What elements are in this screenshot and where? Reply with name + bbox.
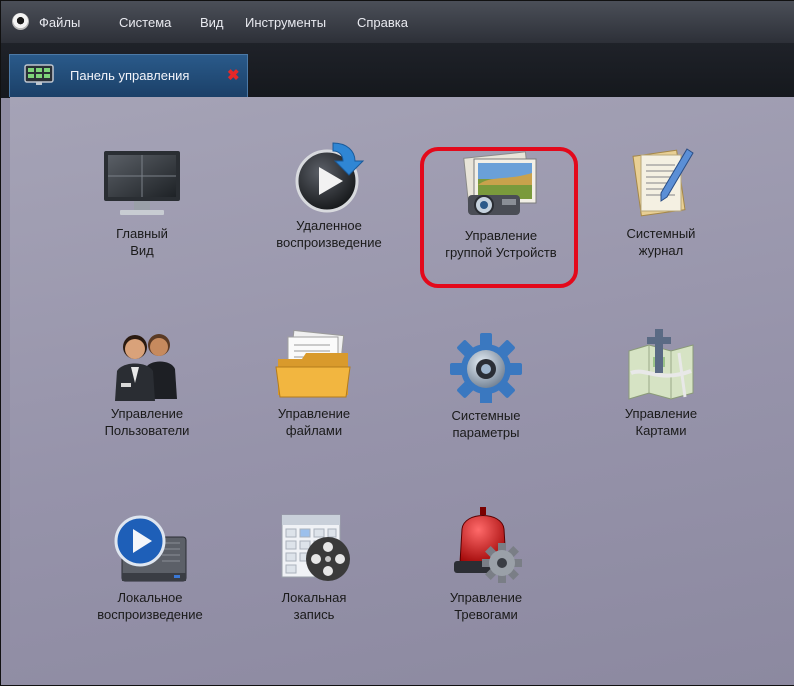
alarm-siren-icon: [454, 507, 522, 583]
tile-label: Локальная запись: [281, 590, 347, 622]
notepad-pen-icon: [632, 148, 694, 217]
menu-files[interactable]: Файлы: [39, 15, 80, 30]
app-window: Файлы Система Вид Инструменты Справка Па…: [0, 0, 794, 686]
menu-help[interactable]: Справка: [357, 15, 408, 30]
monitor-icon: [104, 151, 180, 215]
tile-local-playback[interactable]: Локальное воспроизведение: [80, 511, 220, 623]
tile-label: Системные параметры: [451, 408, 521, 440]
tile-system-params[interactable]: Системные параметры: [416, 331, 556, 441]
menu-system[interactable]: Система: [119, 15, 171, 30]
tile-label: Удаленное воспроизведение: [276, 218, 382, 250]
folder-icon: [275, 329, 351, 398]
tile-label: Управление Картами: [624, 406, 698, 438]
tile-main-view[interactable]: Главный Вид: [72, 149, 212, 259]
tile-label: Управление Пользователи: [104, 406, 190, 438]
tab-control-panel[interactable]: Панель управления ✖: [9, 54, 248, 97]
menu-view[interactable]: Вид: [200, 15, 224, 30]
tile-label: Локальное воспроизведение: [97, 590, 203, 622]
menu-tools[interactable]: Инструменты: [245, 15, 326, 30]
webcam-icon: [12, 13, 29, 30]
tile-remote-playback[interactable]: Удаленное воспроизведение: [259, 139, 399, 251]
calendar-film-icon: [281, 514, 350, 581]
highlight-box: [420, 147, 578, 288]
tile-label: Системный журнал: [626, 226, 696, 258]
tile-maps[interactable]: Управление Картами: [591, 327, 731, 439]
tile-label: Главный Вид: [116, 226, 168, 258]
tab-label: Панель управления: [70, 68, 190, 83]
tile-label: Управление файлами: [277, 406, 351, 438]
close-icon[interactable]: ✖: [227, 66, 240, 84]
tile-users[interactable]: Управление Пользователи: [77, 329, 217, 439]
menu-bar: Файлы Система Вид Инструменты Справка: [1, 1, 794, 43]
play-arrow-icon: [295, 142, 365, 213]
local-play-icon: [114, 515, 187, 582]
tile-system-log[interactable]: Системный журнал: [591, 147, 731, 259]
tile-label: Управление Тревогами: [449, 590, 523, 622]
users-icon: [115, 334, 177, 401]
map-icon: [628, 329, 694, 400]
gear-icon: [450, 333, 522, 403]
tile-local-record[interactable]: Локальная запись: [244, 511, 384, 623]
tile-files[interactable]: Управление файлами: [244, 329, 384, 439]
tile-alarms[interactable]: Управление Тревогами: [416, 505, 556, 623]
control-panel-icon: [24, 64, 54, 85]
